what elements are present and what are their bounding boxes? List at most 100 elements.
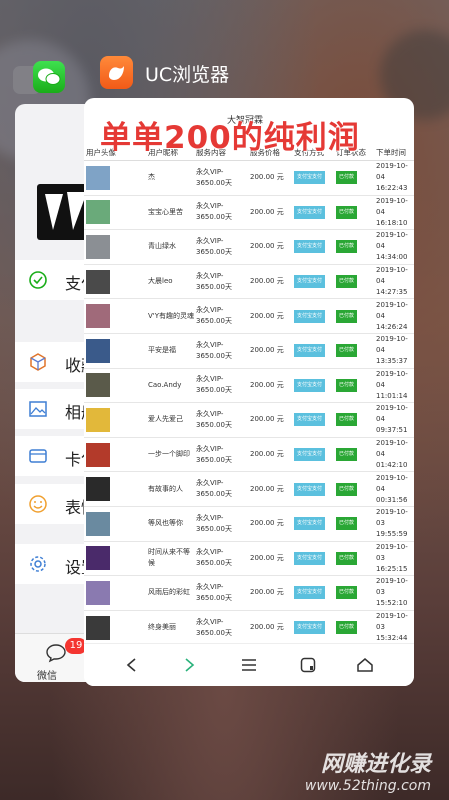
avatar-cell bbox=[84, 610, 146, 646]
table-row[interactable]: 青山绿水 永久VIP-3650.00天 200.00 元支付宝支付 已付款 2019-1… bbox=[84, 229, 414, 265]
pay-cell: 支付宝支付 bbox=[292, 333, 334, 369]
order-time: 2019-10-04 14:34:00 bbox=[374, 229, 414, 265]
pay-cell: 支付宝支付 bbox=[292, 471, 334, 507]
price: 200.00 元 bbox=[248, 298, 292, 334]
wechat-app-icon[interactable] bbox=[33, 61, 65, 93]
service: 永久VIP-3650.00天 bbox=[194, 437, 248, 473]
price: 200.00 元 bbox=[248, 575, 292, 611]
avatar bbox=[86, 407, 110, 432]
service: 永久VIP-3650.00天 bbox=[194, 333, 248, 369]
avatar bbox=[86, 338, 110, 363]
order-clock: 19:55:59 bbox=[376, 530, 408, 539]
price: 200.00 元 bbox=[248, 471, 292, 507]
order-time: 2019-10-04 16:18:10 bbox=[374, 195, 414, 231]
status-badge: 已付款 bbox=[336, 482, 358, 496]
status-badge: 已付款 bbox=[336, 309, 358, 323]
forward-icon[interactable] bbox=[177, 652, 203, 678]
table-row[interactable]: 宝宝心里苦 永久VIP-3650.00天 200.00 元支付宝支付 已付款 2019-… bbox=[84, 195, 414, 231]
tabs-icon[interactable] bbox=[295, 652, 321, 678]
smiley-icon bbox=[28, 494, 48, 514]
home-icon[interactable] bbox=[352, 652, 378, 678]
price: 200.00 元 bbox=[248, 610, 292, 646]
order-clock: 11:01:14 bbox=[376, 391, 408, 400]
service: 永久VIP-3650.00天 bbox=[194, 264, 248, 300]
pay-cell: 支付宝支付 bbox=[292, 402, 334, 438]
order-date: 2019-10-04 bbox=[376, 266, 408, 286]
avatar bbox=[86, 546, 110, 571]
avatar bbox=[86, 200, 110, 225]
table-row[interactable]: 大晨leo 永久VIP-3650.00天 200.00 元支付宝支付 已付款 2019-… bbox=[84, 264, 414, 300]
status-cell: 已付款 bbox=[334, 541, 374, 577]
order-date: 2019-10-04 bbox=[376, 404, 408, 424]
nickname: 大晨leo bbox=[146, 264, 194, 300]
avatar-cell bbox=[84, 264, 146, 300]
pay-cell: 支付宝支付 bbox=[292, 298, 334, 334]
order-time: 2019-10-04 16:22:43 bbox=[374, 160, 414, 196]
wechat-tab-label[interactable]: 微信 bbox=[37, 667, 57, 682]
service: 永久VIP-3650.00天 bbox=[194, 368, 248, 404]
price: 200.00 元 bbox=[248, 437, 292, 473]
pay-method-badge: 支付宝支付 bbox=[294, 344, 326, 358]
pay-method-badge: 支付宝支付 bbox=[294, 621, 326, 635]
table-row[interactable]: 平安是福 永久VIP-3650.00天 200.00 元支付宝支付 已付款 2019-1… bbox=[84, 333, 414, 369]
table-row[interactable]: 风雨后的彩虹 永久VIP-3650.00天 200.00 元支付宝支付 已付款 2019… bbox=[84, 575, 414, 611]
order-time: 2019-10-04 13:35:37 bbox=[374, 333, 414, 369]
table-row[interactable]: 一步一个脚印 永久VIP-3650.00天 200.00 元支付宝支付 已付款 2019… bbox=[84, 437, 414, 473]
order-date: 2019-10-04 bbox=[376, 196, 408, 216]
table-row[interactable]: 等风也等你 永久VIP-3650.00天 200.00 元支付宝支付 已付款 2019-… bbox=[84, 506, 414, 542]
avatar bbox=[86, 373, 110, 398]
status-badge: 已付款 bbox=[336, 586, 358, 600]
chat-bubble-icon[interactable] bbox=[45, 643, 67, 667]
service: 永久VIP-3650.00天 bbox=[194, 195, 248, 231]
order-time: 2019-10-04 14:26:24 bbox=[374, 298, 414, 334]
uc-browser-title: UC浏览器 bbox=[145, 64, 230, 86]
avatar-cell bbox=[84, 368, 146, 404]
avatar-cell bbox=[84, 333, 146, 369]
uc-browser-app-icon[interactable] bbox=[100, 56, 133, 89]
overlay-title: 单单200的纯利润 bbox=[100, 120, 360, 156]
gear-icon bbox=[28, 554, 48, 574]
watermark: 网赚进化录 www.52thing.com bbox=[305, 746, 431, 794]
nickname: 平安是福 bbox=[146, 333, 194, 369]
table-row[interactable]: 有故事的人 永久VIP-3650.00天 200.00 元支付宝支付 已付款 2019-… bbox=[84, 471, 414, 507]
table-row[interactable]: 时间从来不等候 永久VIP-3650.00天 200.00 元支付宝支付 已付款 201… bbox=[84, 541, 414, 577]
order-date: 2019-10-04 bbox=[376, 300, 408, 320]
pay-method-badge: 支付宝支付 bbox=[294, 448, 326, 462]
table-row[interactable]: 爱人先爱己 永久VIP-3650.00天 200.00 元支付宝支付 已付款 2019-… bbox=[84, 402, 414, 438]
table-row[interactable]: Cao.Andy 永久VIP-3650.00天 200.00 元支付宝支付 已付款 20… bbox=[84, 368, 414, 404]
nickname: 等风也等你 bbox=[146, 506, 194, 542]
pay-method-badge: 支付宝支付 bbox=[294, 171, 326, 185]
pay-method-badge: 支付宝支付 bbox=[294, 551, 326, 565]
order-date: 2019-10-04 bbox=[376, 439, 408, 459]
nickname: 一步一个脚印 bbox=[146, 437, 194, 473]
status-cell: 已付款 bbox=[334, 368, 374, 404]
order-date: 2019-10-04 bbox=[376, 335, 408, 355]
nickname: 爱人先爱己 bbox=[146, 402, 194, 438]
table-row[interactable]: 杰永久VIP-3650.00天 200.00 元支付宝支付 已付款 2019-10-0… bbox=[84, 160, 414, 196]
service: 永久VIP-3650.00天 bbox=[194, 471, 248, 507]
table-row[interactable]: V'Y有趣的灵魂 永久VIP-3650.00天 200.00 元支付宝支付 已付款 20… bbox=[84, 298, 414, 334]
order-time: 2019-10-04 01:42:10 bbox=[374, 437, 414, 473]
order-time: 2019-10-04 14:27:35 bbox=[374, 264, 414, 300]
pay-cell: 支付宝支付 bbox=[292, 368, 334, 404]
status-badge: 已付款 bbox=[336, 240, 358, 254]
order-clock: 16:22:43 bbox=[376, 184, 408, 193]
image-icon bbox=[28, 399, 48, 419]
status-cell: 已付款 bbox=[334, 333, 374, 369]
uc-browser-app-card[interactable]: 大智冠霖 用户头像 用户昵称 服务内容 服务价格 支付方式 订单状态 下单时间 … bbox=[84, 98, 414, 686]
order-clock: 15:52:10 bbox=[376, 599, 408, 608]
pay-cell: 支付宝支付 bbox=[292, 264, 334, 300]
price: 200.00 元 bbox=[248, 195, 292, 231]
back-icon[interactable] bbox=[118, 652, 144, 678]
pay-method-badge: 支付宝支付 bbox=[294, 413, 326, 427]
order-clock: 09:37:51 bbox=[376, 426, 408, 435]
avatar bbox=[86, 580, 110, 605]
menu-icon[interactable] bbox=[236, 652, 262, 678]
avatar-cell bbox=[84, 402, 146, 438]
nickname: V'Y有趣的灵魂 bbox=[146, 298, 194, 334]
order-time: 2019-10-03 15:32:44 bbox=[374, 610, 414, 646]
table-row[interactable]: 终身美丽 永久VIP-3650.00天 200.00 元支付宝支付 已付款 2019-1… bbox=[84, 610, 414, 646]
service: 永久VIP-3650.00天 bbox=[194, 229, 248, 265]
nickname: 宝宝心里苦 bbox=[146, 195, 194, 231]
cube-icon bbox=[28, 352, 48, 372]
